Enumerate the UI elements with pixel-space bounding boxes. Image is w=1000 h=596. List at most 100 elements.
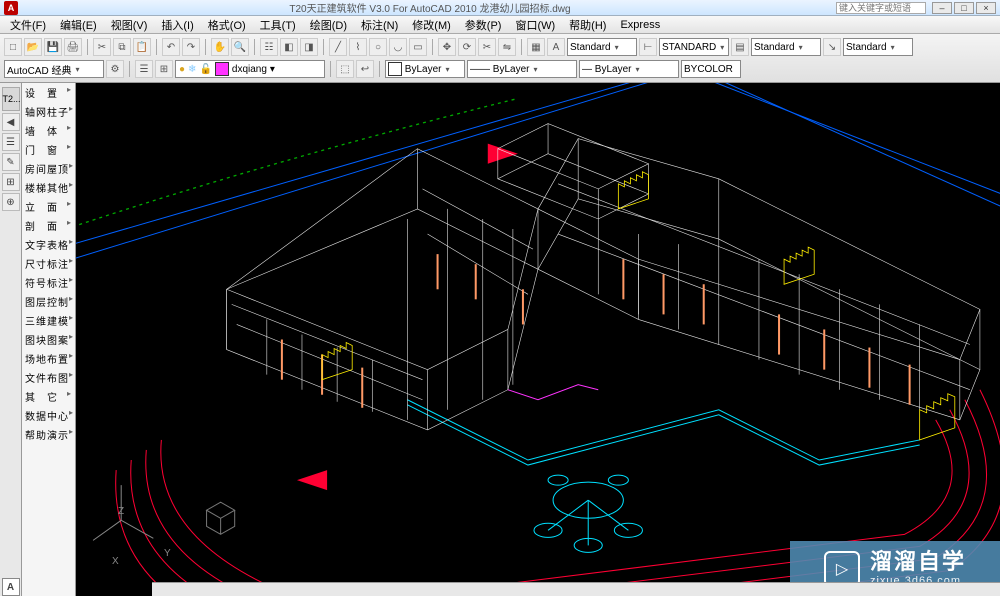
palette-alpha-button[interactable]: A <box>2 578 20 596</box>
workspace-gear-icon[interactable]: ⚙ <box>106 60 124 78</box>
save-icon[interactable]: 💾 <box>44 38 62 56</box>
rotate-icon[interactable]: ⟳ <box>458 38 476 56</box>
tangent-panel: 设 置▸ 轴网柱子▸ 墙 体▸ 门 窗▸ 房间屋顶▸ 楼梯其他▸ 立 面▸ 剖 … <box>22 83 76 596</box>
circle-icon[interactable]: ○ <box>369 38 387 56</box>
app-logo: A <box>4 1 18 15</box>
layer-freeze-icon: ❄ <box>188 64 196 75</box>
dim-style-icon[interactable]: ⊢ <box>639 38 657 56</box>
text-style-icon[interactable]: A <box>547 38 565 56</box>
arc-icon[interactable]: ◡ <box>389 38 407 56</box>
layer-manager-icon[interactable]: ☰ <box>135 60 153 78</box>
undo-icon[interactable]: ↶ <box>162 38 180 56</box>
menu-tools[interactable]: 工具(T) <box>254 16 302 34</box>
panel-item-settings[interactable]: 设 置▸ <box>22 83 75 102</box>
plot-color-input[interactable] <box>681 60 741 78</box>
mleader-style-icon[interactable]: ↘ <box>823 38 841 56</box>
close-button[interactable]: × <box>976 2 996 14</box>
window-title: T20天正建筑软件 V3.0 For AutoCAD 2010 龙港幼儿园招标.… <box>24 0 836 15</box>
palette-tool-2-icon[interactable]: ✎ <box>2 153 20 171</box>
panel-item-axis-column[interactable]: 轴网柱子▸ <box>22 102 75 121</box>
pan-icon[interactable]: ✋ <box>211 38 229 56</box>
properties-icon[interactable]: ☷ <box>260 38 278 56</box>
table-style-icon[interactable]: ▤ <box>731 38 749 56</box>
panel-item-file-layout[interactable]: 文件布图▸ <box>22 368 75 387</box>
table-style-select[interactable]: Standard▾ <box>751 38 821 56</box>
panel-item-door-window[interactable]: 门 窗▸ <box>22 140 75 159</box>
zoom-icon[interactable]: 🔍 <box>231 38 249 56</box>
hatch-icon[interactable]: ▦ <box>527 38 545 56</box>
panel-item-help-demo[interactable]: 帮助演示▸ <box>22 425 75 444</box>
panel-item-3d-model[interactable]: 三维建模▸ <box>22 311 75 330</box>
text-style-select[interactable]: Standard▾ <box>567 38 637 56</box>
menu-format[interactable]: 格式(O) <box>202 16 252 34</box>
panel-item-data-center[interactable]: 数据中心▸ <box>22 406 75 425</box>
open-icon[interactable]: 📂 <box>24 38 42 56</box>
panel-item-site[interactable]: 场地布置▸ <box>22 349 75 368</box>
layer-states-icon[interactable]: ⊞ <box>155 60 173 78</box>
panel-item-section[interactable]: 剖 面▸ <box>22 216 75 235</box>
panel-item-text-table[interactable]: 文字表格▸ <box>22 235 75 254</box>
palette-tool-1-icon[interactable]: ☰ <box>2 133 20 151</box>
linetype-select[interactable]: —— ByLayer▾ <box>467 60 577 78</box>
tool-a-icon[interactable]: ◧ <box>280 38 298 56</box>
menu-dimension[interactable]: 标注(N) <box>355 16 404 34</box>
palette-tool-4-icon[interactable]: ⊕ <box>2 193 20 211</box>
make-current-icon[interactable]: ⬚ <box>336 60 354 78</box>
panel-item-stair-other[interactable]: 楼梯其他▸ <box>22 178 75 197</box>
color-select[interactable]: ByLayer▾ <box>385 60 465 78</box>
cut-icon[interactable]: ✂ <box>93 38 111 56</box>
menu-edit[interactable]: 编辑(E) <box>54 16 103 34</box>
minimize-button[interactable]: – <box>932 2 952 14</box>
drawing-svg <box>76 83 1000 596</box>
toolbar-area: □ 📂 💾 🖨 ✂ ⧉ 📋 ↶ ↷ ✋ 🔍 ☷ ◧ ◨ ╱ ⌇ ○ ◡ ▭ ✥ … <box>0 34 1000 83</box>
polyline-icon[interactable]: ⌇ <box>349 38 367 56</box>
line-icon[interactable]: ╱ <box>329 38 347 56</box>
paste-icon[interactable]: 📋 <box>133 38 151 56</box>
print-icon[interactable]: 🖨 <box>64 38 82 56</box>
ucs-icon: Z Y X <box>116 514 176 574</box>
palette-tool-3-icon[interactable]: ⊞ <box>2 173 20 191</box>
panel-item-dimension[interactable]: 尺寸标注▸ <box>22 254 75 273</box>
workspace: T2... ◀ ☰ ✎ ⊞ ⊕ A 设 置▸ 轴网柱子▸ 墙 体▸ 门 窗▸ 房… <box>0 83 1000 596</box>
new-icon[interactable]: □ <box>4 38 22 56</box>
panel-item-wall[interactable]: 墙 体▸ <box>22 121 75 140</box>
panel-item-symbol[interactable]: 符号标注▸ <box>22 273 75 292</box>
maximize-button[interactable]: □ <box>954 2 974 14</box>
menu-help[interactable]: 帮助(H) <box>563 16 612 34</box>
palette-tab[interactable]: T2... <box>2 87 20 111</box>
titlebar: A T20天正建筑软件 V3.0 For AutoCAD 2010 龙港幼儿园招… <box>0 0 1000 16</box>
model-layout-tabs[interactable] <box>152 582 1000 596</box>
menu-file[interactable]: 文件(F) <box>4 16 52 34</box>
rectangle-icon[interactable]: ▭ <box>409 38 427 56</box>
menubar: 文件(F) 编辑(E) 视图(V) 插入(I) 格式(O) 工具(T) 绘图(D… <box>0 16 1000 34</box>
menu-modify[interactable]: 修改(M) <box>406 16 457 34</box>
menu-view[interactable]: 视图(V) <box>105 16 154 34</box>
panel-item-layer-control[interactable]: 图层控制▸ <box>22 292 75 311</box>
tool-b-icon[interactable]: ◨ <box>300 38 318 56</box>
workspace-select[interactable]: AutoCAD 经典▾ <box>4 60 104 78</box>
menu-window[interactable]: 窗口(W) <box>509 16 561 34</box>
move-icon[interactable]: ✥ <box>438 38 456 56</box>
layer-name: dxqiang <box>232 64 267 75</box>
layer-select[interactable]: ● ❄ 🔓 dxqiang ▾ <box>175 60 325 78</box>
trim-icon[interactable]: ✂ <box>478 38 496 56</box>
panel-item-room-roof[interactable]: 房间屋顶▸ <box>22 159 75 178</box>
menu-parametric[interactable]: 参数(P) <box>459 16 508 34</box>
drawing-canvas[interactable]: Z Y X ▷ 溜溜自学 zixue.3d66.com <box>76 83 1000 596</box>
mleader-style-select[interactable]: Standard▾ <box>843 38 913 56</box>
menu-express[interactable]: Express <box>614 18 666 32</box>
palette-collapse-icon[interactable]: ◀ <box>2 113 20 131</box>
mirror-icon[interactable]: ⇋ <box>498 38 516 56</box>
panel-item-elevation[interactable]: 立 面▸ <box>22 197 75 216</box>
layer-prev-icon[interactable]: ↩ <box>356 60 374 78</box>
panel-item-block-pattern[interactable]: 图块图案▸ <box>22 330 75 349</box>
copy-icon[interactable]: ⧉ <box>113 38 131 56</box>
lineweight-select[interactable]: — ByLayer▾ <box>579 60 679 78</box>
help-search-input[interactable] <box>836 2 926 14</box>
dim-style-select[interactable]: STANDARD▾ <box>659 38 729 56</box>
menu-draw[interactable]: 绘图(D) <box>304 16 353 34</box>
redo-icon[interactable]: ↷ <box>182 38 200 56</box>
left-palette: T2... ◀ ☰ ✎ ⊞ ⊕ A <box>0 83 22 596</box>
panel-item-other[interactable]: 其 它▸ <box>22 387 75 406</box>
menu-insert[interactable]: 插入(I) <box>155 16 199 34</box>
